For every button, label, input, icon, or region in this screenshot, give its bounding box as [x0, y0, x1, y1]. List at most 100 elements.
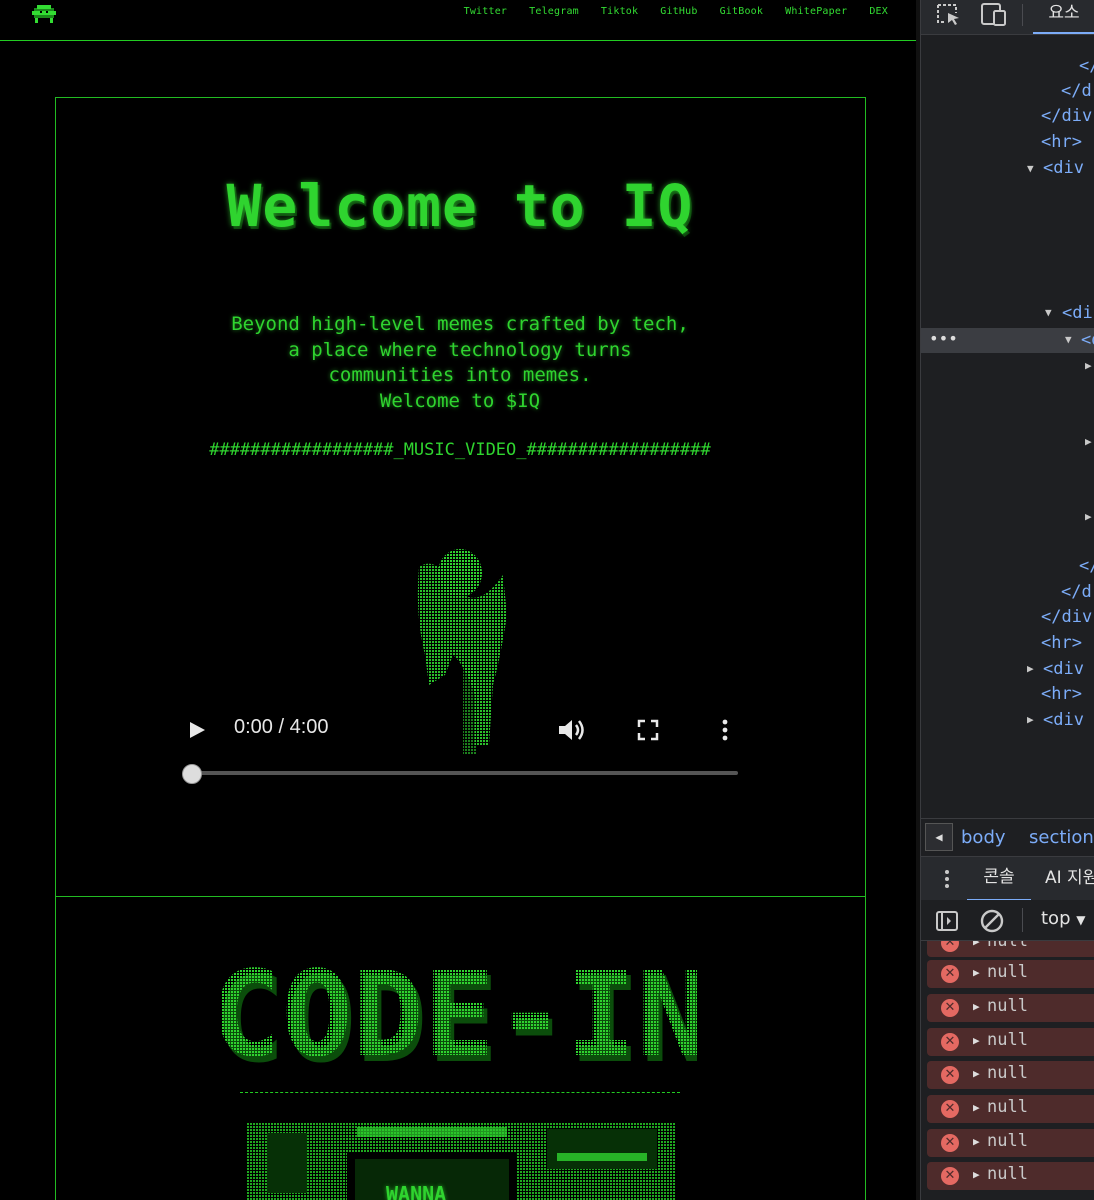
console-error-row[interactable]: ✕ ▶ null — [927, 1129, 1094, 1157]
expand-arrow-icon[interactable]: ▶ — [973, 1168, 980, 1181]
dom-node[interactable]: <di — [1062, 301, 1093, 326]
error-icon: ✕ — [941, 1134, 959, 1152]
console-toolbar: top ▼ — [921, 900, 1094, 941]
tab-elements[interactable]: 요소 — [1033, 0, 1094, 34]
expand-arrow-icon[interactable]: ▶ — [973, 1000, 980, 1013]
tab-ai-assistance[interactable]: AI 지원 — [1045, 857, 1094, 899]
expand-arrow-icon[interactable]: ▼ — [1027, 162, 1034, 175]
context-selector[interactable]: top ▼ — [1041, 908, 1085, 929]
devtools-toolbar: 요소 — [921, 0, 1094, 35]
expand-arrow-icon[interactable]: ▶ — [973, 1135, 980, 1148]
more-options-icon[interactable] — [718, 716, 732, 744]
console-message-text: null — [987, 941, 1028, 951]
breadcrumb-item-body[interactable]: body — [961, 827, 1006, 848]
code-in-title: CODE-IN — [222, 955, 697, 1075]
dom-node[interactable]: <div — [1043, 657, 1084, 682]
nav-dex-link[interactable]: DEX — [869, 6, 888, 17]
console-message-text: null — [987, 996, 1028, 1016]
expand-arrow-icon[interactable]: ▶ — [973, 966, 980, 979]
nav-telegram-link[interactable]: Telegram — [529, 6, 579, 17]
expand-arrow-icon[interactable]: ▼ — [1045, 306, 1052, 319]
error-icon: ✕ — [941, 941, 959, 952]
console-message-text: null — [987, 1030, 1028, 1050]
collapse-arrow-icon[interactable]: ▶ — [1085, 435, 1092, 448]
video-time-display: 0:00 / 4:00 — [234, 716, 329, 738]
dom-node[interactable]: <hr> — [1041, 130, 1082, 155]
nav-whitepaper-link[interactable]: WhitePaper — [785, 6, 847, 17]
nav-github-link[interactable]: GitHub — [660, 6, 697, 17]
error-icon: ✕ — [941, 1066, 959, 1084]
drawer-menu-icon[interactable] — [943, 865, 951, 893]
dom-node[interactable]: <div — [1043, 708, 1084, 733]
dom-node[interactable]: </ — [1079, 554, 1094, 579]
console-error-row[interactable]: ✕ ▶ null — [927, 1162, 1094, 1190]
ascii-figure-image — [417, 549, 507, 755]
console-message-text: null — [987, 1131, 1028, 1151]
error-icon: ✕ — [941, 1100, 959, 1118]
collapse-arrow-icon[interactable]: ▶ — [1085, 359, 1092, 372]
dom-node[interactable]: </div — [1041, 605, 1092, 630]
breadcrumb-item-section[interactable]: section — [1029, 827, 1094, 848]
expand-arrow-icon[interactable]: ▶ — [973, 1034, 980, 1047]
music-video-header: ##################_MUSIC_VIDEO_#########… — [209, 440, 711, 460]
tagline-line: Beyond high-level memes crafted by tech, — [231, 313, 689, 335]
pixel-sign-text: WANNA — [386, 1182, 447, 1200]
console-error-row[interactable]: ✕ ▶ null — [927, 960, 1094, 988]
nav-twitter-link[interactable]: Twitter — [464, 6, 508, 17]
website-viewport: Twitter Telegram Tiktok GitHub GitBook W… — [0, 0, 920, 1200]
inspect-element-icon[interactable] — [935, 2, 961, 26]
nav-tiktok-link[interactable]: Tiktok — [601, 6, 638, 17]
console-error-row[interactable]: ✕ ▶ null — [927, 941, 1094, 957]
top-navigation: Twitter Telegram Tiktok GitHub GitBook W… — [0, 0, 920, 41]
device-toolbar-icon[interactable] — [979, 2, 1007, 26]
tagline-line: a place where technology turns — [288, 338, 632, 361]
error-icon: ✕ — [941, 999, 959, 1017]
tab-console[interactable]: 콘솔 — [967, 857, 1031, 901]
expand-arrow-icon[interactable]: ▶ — [973, 1101, 980, 1114]
fullscreen-icon[interactable] — [636, 718, 660, 742]
collapse-arrow-icon[interactable]: ▶ — [1027, 662, 1034, 675]
nav-links: Twitter Telegram Tiktok GitHub GitBook W… — [464, 6, 888, 17]
dom-node[interactable]: </div — [1041, 104, 1092, 129]
dashed-divider — [240, 1092, 680, 1093]
expand-arrow-icon[interactable]: ▼ — [1065, 333, 1072, 346]
code-in-logo: CODE-IN CODE-IN — [222, 955, 697, 1075]
tagline-line: Welcome to $IQ — [379, 389, 541, 412]
collapse-arrow-icon[interactable]: ▶ — [1085, 510, 1092, 523]
toolbar-separator — [1022, 908, 1023, 932]
console-error-row[interactable]: ✕ ▶ null — [927, 1095, 1094, 1123]
dom-node[interactable]: </d — [1061, 580, 1092, 605]
toolbar-separator — [1022, 4, 1023, 26]
console-error-row[interactable]: ✕ ▶ null — [927, 1061, 1094, 1089]
error-icon: ✕ — [941, 965, 959, 983]
dom-node[interactable]: <div — [1043, 156, 1084, 181]
node-actions-icon[interactable]: ••• — [929, 328, 958, 350]
console-error-row[interactable]: ✕ ▶ null — [927, 1028, 1094, 1056]
context-selector-value: top — [1041, 908, 1071, 929]
expand-arrow-icon[interactable]: ▶ — [973, 1067, 980, 1080]
sidebar-toggle-icon[interactable] — [935, 909, 959, 933]
breadcrumb-scroll-left-icon[interactable]: ◀ — [925, 823, 953, 851]
dom-node[interactable]: </d — [1061, 79, 1092, 104]
dom-node[interactable]: <hr> — [1041, 631, 1082, 656]
console-message-text: null — [987, 962, 1028, 982]
video-seek-bar[interactable] — [190, 771, 738, 775]
logo-icon[interactable] — [28, 2, 60, 26]
console-message-text: null — [987, 1063, 1028, 1083]
collapse-arrow-icon[interactable]: ▶ — [1027, 713, 1034, 726]
clear-console-icon[interactable] — [979, 908, 1005, 934]
expand-arrow-icon[interactable]: ▶ — [973, 941, 980, 948]
chevron-down-icon: ▼ — [1076, 913, 1086, 927]
pixel-art-machine-image — [247, 1123, 675, 1200]
dom-node[interactable]: </ — [1079, 54, 1094, 79]
dom-node[interactable]: <hr> — [1041, 682, 1082, 707]
console-error-row[interactable]: ✕ ▶ null — [927, 994, 1094, 1022]
dom-node-selected[interactable]: <d — [1081, 328, 1094, 353]
tagline-line: communities into memes. — [328, 364, 592, 386]
hero-title: Welcome to IQ — [226, 172, 694, 240]
video-seek-thumb[interactable] — [182, 764, 202, 784]
nav-gitbook-link[interactable]: GitBook — [720, 6, 764, 17]
volume-icon[interactable] — [556, 716, 586, 744]
error-icon: ✕ — [941, 1033, 959, 1051]
play-icon[interactable] — [186, 718, 208, 742]
